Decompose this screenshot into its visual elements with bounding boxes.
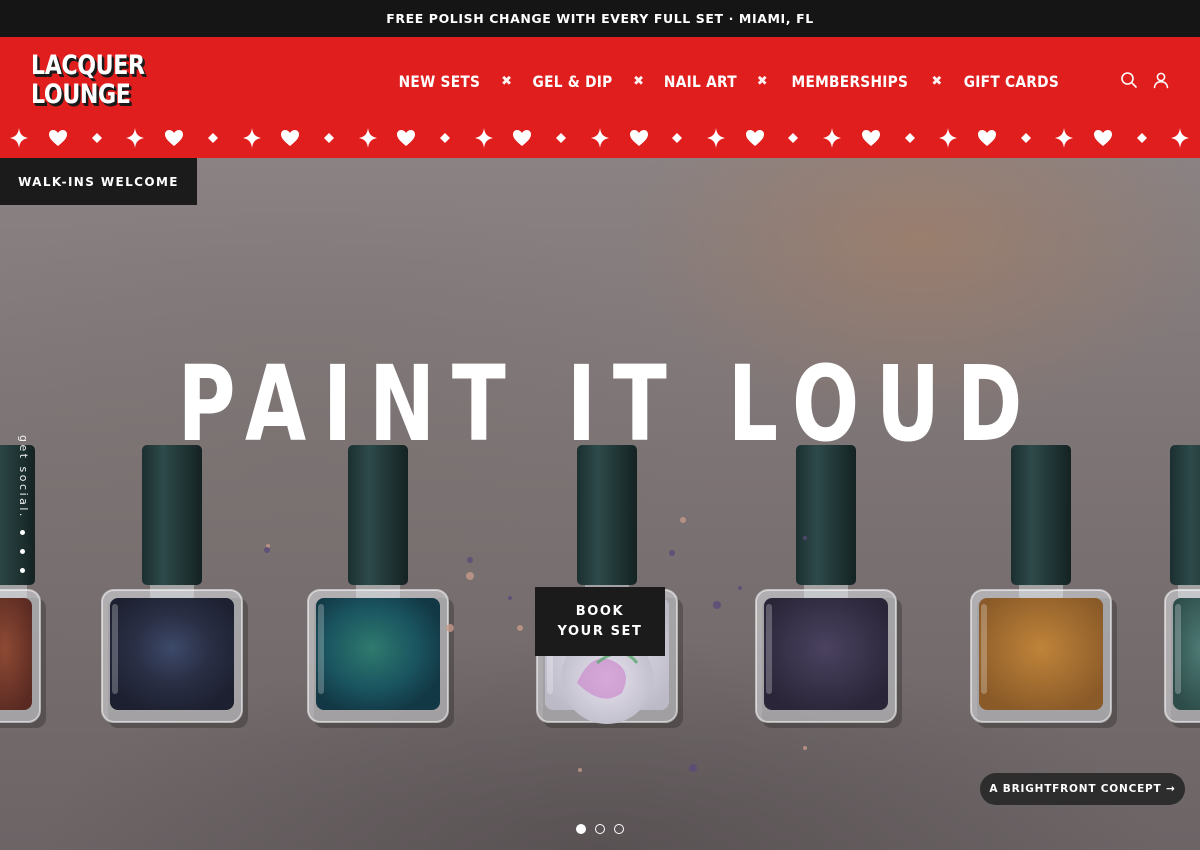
sparkle-icon <box>929 128 968 148</box>
heart-icon <box>155 129 194 147</box>
heart-icon <box>851 129 890 147</box>
nail-polish-bottles-photo <box>0 445 1200 772</box>
social-link-dot[interactable] <box>20 530 25 535</box>
brightfront-concept-button[interactable]: A BRIGHTFRONT CONCEPT → <box>980 773 1185 805</box>
nav-item-nail-art[interactable]: NAIL ART <box>664 72 737 91</box>
heart-icon <box>387 129 426 147</box>
sparkle-icon <box>1045 128 1084 148</box>
sparkle-icon <box>813 128 852 148</box>
diamond-icon <box>310 132 349 144</box>
diamond-icon <box>77 132 116 144</box>
bottle-cap <box>796 445 856 585</box>
search-icon[interactable] <box>1120 71 1138 89</box>
sparkle-icon <box>464 128 503 148</box>
diamond-icon <box>890 132 929 144</box>
hero-banner: WALK-INS WELCOME get social. PAINT IT LO… <box>0 158 1200 850</box>
sparkle-icon <box>581 128 620 148</box>
book-your-set-button[interactable]: BOOK YOUR SET <box>535 587 665 656</box>
heart-icon <box>619 129 658 147</box>
nav-separator-icon: ✖ <box>756 73 768 88</box>
nav-item-memberships[interactable]: MEMBERSHIPS <box>791 72 908 91</box>
header-actions <box>1120 71 1170 89</box>
heart-icon <box>503 129 542 147</box>
diamond-icon <box>1122 132 1161 144</box>
announcement-bar: FREE POLISH CHANGE WITH EVERY FULL SET ·… <box>0 0 1200 37</box>
sparkle-icon <box>0 128 39 148</box>
book-button-line1: BOOK <box>575 603 625 619</box>
heart-icon <box>1084 129 1123 147</box>
diamond-icon <box>426 132 465 144</box>
diamond-icon <box>542 132 581 144</box>
heart-icon <box>968 129 1007 147</box>
social-link-dot[interactable] <box>20 549 25 554</box>
diamond-icon <box>774 132 813 144</box>
announcement-text: FREE POLISH CHANGE WITH EVERY FULL SET ·… <box>386 11 814 26</box>
brand-logo-line1: LACQUER <box>31 50 145 81</box>
decorative-pattern-row <box>0 126 1200 150</box>
site-header: LACQUER LOUNGE NEW SETS ✖ GEL & DIP ✖ NA… <box>0 37 1200 158</box>
nav-separator-icon: ✖ <box>633 73 644 88</box>
heart-icon <box>735 129 774 147</box>
slider-pagination <box>576 824 624 834</box>
social-link-dot[interactable] <box>20 568 25 573</box>
diamond-icon <box>658 132 697 144</box>
sparkle-icon <box>697 128 736 148</box>
sparkle-icon <box>1161 128 1200 148</box>
walk-ins-badge: WALK-INS WELCOME <box>0 158 197 205</box>
main-nav: NEW SETS ✖ GEL & DIP ✖ NAIL ART ✖ MEMBER… <box>392 69 1067 93</box>
slide-dot-2[interactable] <box>595 824 605 834</box>
sparkle-icon <box>116 128 155 148</box>
nav-item-gel-dip[interactable]: GEL & DIP <box>533 72 613 91</box>
bottle-cap <box>348 445 408 585</box>
slide-dot-3[interactable] <box>614 824 624 834</box>
brand-logo[interactable]: LACQUER LOUNGE <box>31 51 145 109</box>
bottle-cap <box>577 445 637 585</box>
account-icon[interactable] <box>1152 71 1170 89</box>
nav-separator-icon: ✖ <box>931 73 943 88</box>
bottle-cap <box>142 445 202 585</box>
nav-separator-icon: ✖ <box>501 73 513 88</box>
slide-dot-1[interactable] <box>576 824 586 834</box>
brand-logo-line2: LOUNGE <box>31 79 131 110</box>
nav-item-gift-cards[interactable]: GIFT CARDS <box>964 72 1059 91</box>
bottle-cap <box>1011 445 1071 585</box>
hero-headline: PAINT IT LOUD <box>177 343 1040 465</box>
nav-item-new-sets[interactable]: NEW SETS <box>399 72 481 91</box>
book-button-line2: YOUR SET <box>557 623 643 639</box>
heart-icon <box>39 129 78 147</box>
sparkle-icon <box>232 128 271 148</box>
sparkle-icon <box>348 128 387 148</box>
diamond-icon <box>194 132 233 144</box>
diamond-icon <box>1006 132 1045 144</box>
bottle-cap <box>1170 445 1200 585</box>
heart-icon <box>271 129 310 147</box>
social-label: get social. <box>17 435 30 519</box>
